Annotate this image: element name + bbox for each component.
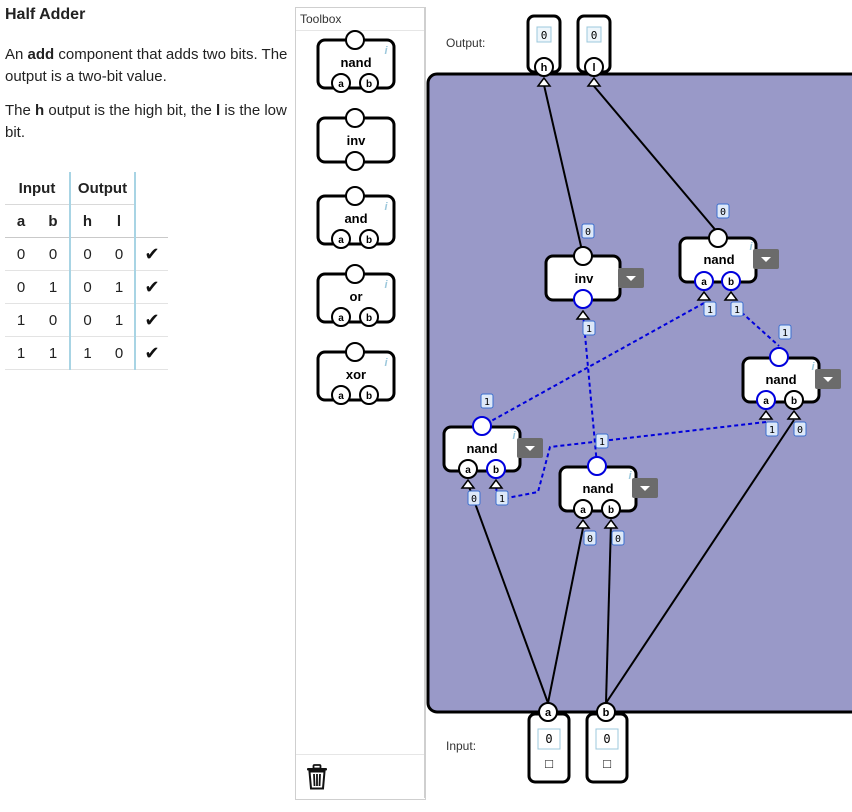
pin-label-b: b [728, 277, 734, 288]
value-badge-text: 0 [797, 425, 803, 436]
value-badge-text: 0 [585, 227, 591, 238]
toolbox-output-pin [345, 108, 365, 128]
output-pin-label: h [541, 62, 548, 74]
input-value: 0 [603, 732, 610, 746]
toolbox-output-pin [345, 30, 365, 50]
pin-label-b: b [493, 465, 499, 476]
toolbox-item-or[interactable]: or i a b [316, 264, 396, 327]
value-badge-text: 0 [471, 494, 477, 505]
value-badge-text: 0 [720, 207, 726, 218]
toolbox-item-label: and [344, 211, 367, 226]
pin-label-a: a [465, 465, 471, 476]
toolbox-input-pin [345, 151, 365, 171]
toolbox-item-inv[interactable]: inv [316, 108, 396, 171]
gate-label: nand [703, 252, 734, 267]
gate-output-pin[interactable] [769, 347, 789, 367]
pin-label-a: a [338, 391, 344, 402]
input-terminal-a[interactable]: a 0 □ [527, 702, 571, 784]
toolbox-item-label: nand [340, 55, 371, 70]
gate-input-pin[interactable] [573, 289, 593, 309]
value-badge-text: 1 [599, 437, 605, 448]
pin-label-b: b [791, 396, 797, 407]
pin-label-a: a [701, 277, 707, 288]
value-badge-text: 0 [587, 534, 593, 545]
gate-output-pin[interactable] [708, 228, 728, 248]
gate-output-pin[interactable] [472, 416, 492, 436]
pin-label-b: b [366, 313, 372, 324]
input-terminal-b[interactable]: b 0 □ [585, 702, 629, 784]
pin-label-a: a [338, 79, 344, 90]
value-badge-text: 1 [484, 397, 490, 408]
toolbox-output-pin [345, 342, 365, 362]
gate-label: nand [765, 372, 796, 387]
toolbox-item-nand[interactable]: nand i a b [316, 30, 396, 93]
value-badge-text: 0 [615, 534, 621, 545]
toolbox-item-label: xor [346, 367, 366, 382]
output-value: 0 [541, 29, 548, 42]
gate-label: inv [575, 271, 595, 286]
value-badge-text: 1 [734, 305, 740, 316]
input-value: 0 [545, 732, 552, 746]
value-badge-text: 1 [707, 305, 713, 316]
input-toggle-checkbox[interactable]: □ [545, 756, 553, 771]
value-badge-text: 1 [769, 425, 775, 436]
value-badge-text: 1 [782, 328, 788, 339]
output-pin-label: l [592, 62, 595, 74]
pin-label-b: b [366, 391, 372, 402]
pin-label-a: a [338, 235, 344, 246]
value-badge-text: 1 [586, 324, 592, 335]
pin-label-b: b [366, 79, 372, 90]
pin-label-a: a [580, 505, 586, 516]
pin-label-b: b [608, 505, 614, 516]
gate-output-pin[interactable] [587, 456, 607, 476]
circuit-canvas: 0 h 0 l a 0 □ b 0 □ inv 0 1 nand i a b 0… [316, 14, 852, 784]
gate-output-pin[interactable] [573, 246, 593, 266]
toolbox-item-label: or [350, 289, 363, 304]
input-pin-label: a [545, 707, 552, 719]
toolbox-item-xor[interactable]: xor i a b [316, 342, 396, 405]
pin-label-a: a [763, 396, 769, 407]
toolbox-output-pin [345, 264, 365, 284]
toolbox-output-pin [345, 186, 365, 206]
pin-label-a: a [338, 313, 344, 324]
gate-label: nand [582, 481, 613, 496]
toolbox-item-label: inv [347, 133, 367, 148]
pin-label-b: b [366, 235, 372, 246]
value-badge-text: 1 [499, 494, 505, 505]
input-pin-label: b [603, 707, 610, 719]
output-value: 0 [591, 29, 598, 42]
toolbox-item-and[interactable]: and i a b [316, 186, 396, 249]
input-toggle-checkbox[interactable]: □ [603, 756, 611, 771]
gate-label: nand [466, 441, 497, 456]
